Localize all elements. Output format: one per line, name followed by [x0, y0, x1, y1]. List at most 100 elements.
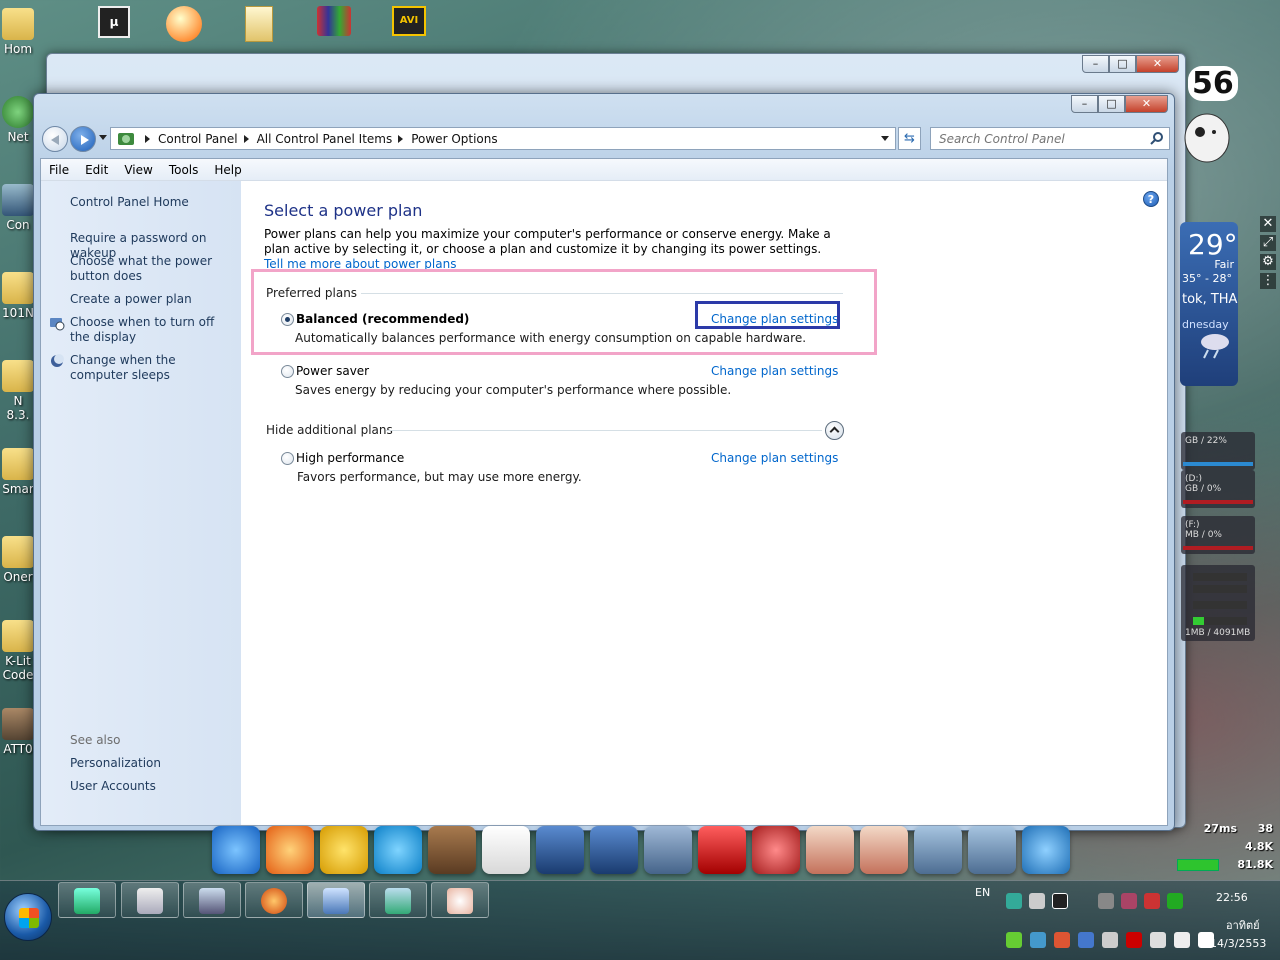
clock-time[interactable]: 22:56 [1216, 891, 1248, 904]
tray-app-icon[interactable] [1075, 893, 1091, 909]
taskbar-button-monitor[interactable] [183, 882, 241, 918]
plan-name[interactable]: Power saver [296, 364, 369, 378]
app-icon[interactable] [860, 826, 908, 874]
calendar-icon[interactable] [482, 826, 530, 874]
clock-gadget[interactable]: 56 [1176, 66, 1238, 166]
taskbar-button-network[interactable] [369, 882, 427, 918]
taskbar-button-messenger[interactable] [58, 882, 116, 918]
internet-explorer-icon[interactable] [212, 826, 260, 874]
forward-button[interactable] [70, 126, 96, 152]
app-icon[interactable] [968, 826, 1016, 874]
aim-icon[interactable] [320, 826, 368, 874]
desktop-icon-folder-top[interactable] [235, 6, 283, 46]
volume-icon[interactable] [1102, 932, 1118, 948]
skype-icon[interactable] [374, 826, 422, 874]
menu-help[interactable]: Help [206, 163, 249, 177]
collapse-chevron-icon[interactable] [825, 421, 844, 440]
language-indicator[interactable]: EN [975, 886, 990, 899]
zoom-icon[interactable] [698, 826, 746, 874]
ati-icon[interactable] [1126, 932, 1142, 948]
close-button[interactable]: ✕ [1125, 95, 1168, 113]
taskbar-button-control-panel[interactable] [307, 882, 365, 918]
menu-edit[interactable]: Edit [77, 163, 116, 177]
desktop-icon-bitcomet[interactable] [160, 6, 208, 46]
power-options-window[interactable]: – □ ✕ Control Panel All Control Panel It… [33, 93, 1175, 831]
download-value: 81.8K [1237, 858, 1273, 871]
taskbar-button-explorer[interactable] [121, 882, 179, 918]
address-dropdown-icon[interactable] [881, 136, 889, 141]
menu-view[interactable]: View [116, 163, 160, 177]
speaker-icon[interactable] [1174, 932, 1190, 948]
kmplayer-icon[interactable] [536, 826, 584, 874]
tray-icons-row-1 [1006, 893, 1183, 909]
recent-pages-dropdown-icon[interactable] [99, 135, 107, 140]
breadcrumb-separator-icon[interactable] [243, 134, 249, 143]
tray-app-icon[interactable] [1078, 932, 1094, 948]
tray-app-icon[interactable] [1121, 893, 1137, 909]
address-bar[interactable]: Control Panel All Control Panel Items Po… [110, 127, 896, 150]
kmplayer-icon[interactable] [590, 826, 638, 874]
radio-power-saver[interactable] [281, 365, 294, 378]
clock-day[interactable]: อาทิตย์ [1226, 916, 1260, 934]
minimize-button[interactable]: – [1082, 55, 1109, 73]
sidebar-link-user-accounts[interactable]: User Accounts [70, 779, 240, 794]
maximize-button[interactable]: □ [1098, 95, 1125, 113]
breadcrumb-all-items[interactable]: All Control Panel Items [257, 132, 393, 146]
search-input[interactable] [931, 131, 1149, 146]
weather-gadget[interactable]: 29° Fair 35° - 28° tok, THA dnesday [1180, 222, 1238, 386]
tray-app-icon[interactable] [1006, 932, 1022, 948]
taskbar-button-firefox[interactable] [245, 882, 303, 918]
maximize-button[interactable]: □ [1109, 55, 1136, 73]
help-icon[interactable]: ? [1143, 191, 1159, 207]
change-plan-settings-link[interactable]: Change plan settings [711, 364, 838, 378]
desktop-icon-avi[interactable]: AVI [385, 6, 433, 46]
drag-handle-icon[interactable]: ⋮ [1260, 273, 1276, 289]
search-icon[interactable] [1149, 131, 1165, 147]
start-button[interactable] [4, 893, 52, 941]
change-plan-settings-link[interactable]: Change plan settings [711, 451, 838, 465]
breadcrumb-separator-icon[interactable] [398, 134, 404, 143]
resize-icon[interactable]: ⤢ [1260, 235, 1276, 251]
tray-app-icon[interactable] [1054, 932, 1070, 948]
tray-app-icon[interactable] [1167, 893, 1183, 909]
menu-file[interactable]: File [41, 163, 77, 177]
back-button[interactable] [42, 126, 68, 152]
tray-app-icon[interactable] [1006, 893, 1022, 909]
refresh-button[interactable]: ⇆ [898, 127, 921, 150]
close-button[interactable]: ✕ [1136, 55, 1179, 73]
app-icon[interactable] [1022, 826, 1070, 874]
sidebar-link-computer-sleeps[interactable]: Change when the computer sleeps [70, 353, 230, 383]
wrench-icon[interactable]: ⚙ [1260, 254, 1276, 270]
taskbar-button-paint[interactable] [431, 882, 489, 918]
tray-app-icon[interactable] [1098, 893, 1114, 909]
desktop-icon-torrent[interactable]: μ [90, 6, 138, 46]
search-box[interactable] [930, 127, 1170, 150]
hide-additional-plans-heading[interactable]: Hide additional plans [266, 423, 393, 437]
sidebar-link-control-panel-home[interactable]: Control Panel Home [70, 195, 240, 210]
sidebar-link-turn-off-display[interactable]: Choose when to turn off the display [70, 315, 230, 345]
plan-name[interactable]: High performance [296, 451, 404, 465]
sidebar-link-create-plan[interactable]: Create a power plan [70, 292, 240, 307]
tray-app-icon[interactable] [1029, 893, 1045, 909]
radio-high-performance[interactable] [281, 452, 294, 465]
desktop-icon-home[interactable]: Hom [0, 8, 48, 56]
app-icon[interactable] [806, 826, 854, 874]
minimize-button[interactable]: – [1071, 95, 1098, 113]
breadcrumb-control-panel[interactable]: Control Panel [158, 132, 238, 146]
tools-icon[interactable] [644, 826, 692, 874]
app-icon[interactable] [914, 826, 962, 874]
sidebar-link-power-button[interactable]: Choose what the power button does [70, 254, 238, 284]
app-icon[interactable] [752, 826, 800, 874]
sidebar-link-personalization[interactable]: Personalization [70, 756, 240, 771]
clock-date[interactable]: 14/3/2553 [1210, 937, 1266, 950]
breadcrumb-power-options[interactable]: Power Options [411, 132, 497, 146]
game-icon[interactable] [428, 826, 476, 874]
utorrent-tray-icon[interactable] [1052, 893, 1068, 909]
tray-app-icon[interactable] [1030, 932, 1046, 948]
network-tray-icon[interactable] [1150, 932, 1166, 948]
menu-tools[interactable]: Tools [161, 163, 207, 177]
close-icon[interactable]: ✕ [1260, 216, 1276, 232]
tray-app-icon[interactable] [1144, 893, 1160, 909]
firefox-icon[interactable] [266, 826, 314, 874]
desktop-icon-winrar[interactable] [310, 6, 358, 46]
